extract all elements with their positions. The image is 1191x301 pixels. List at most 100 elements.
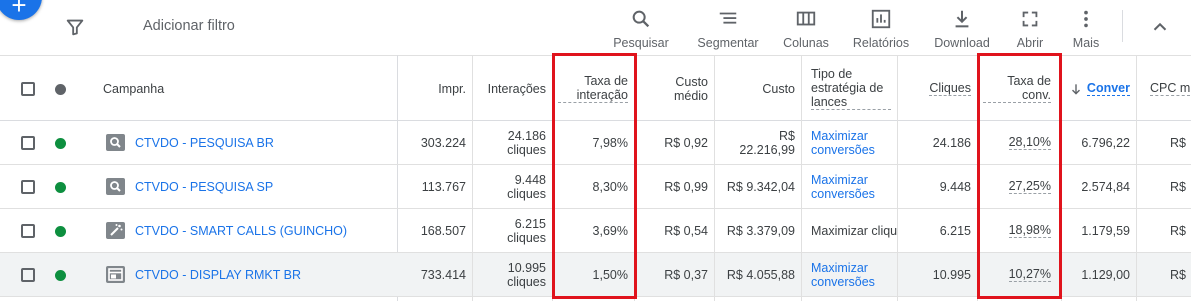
interactions-cell: 9.448 cliques: [472, 165, 552, 208]
header-impr[interactable]: Impr.: [397, 56, 472, 121]
more-label: Mais: [1072, 36, 1100, 50]
segment-label: Segmentar: [697, 36, 759, 50]
bid-strategy-cell[interactable]: Maximizar conversões: [805, 253, 897, 296]
impr-cell: 113.767: [421, 179, 466, 194]
columns-button[interactable]: Colunas: [781, 6, 831, 50]
avg-cost-cell: R$ 0,54: [664, 223, 708, 238]
impr-cell: 733.414: [420, 267, 466, 282]
cpc-cell: R$: [1170, 223, 1186, 238]
status-enabled-icon[interactable]: [55, 138, 66, 149]
reports-icon: [871, 9, 891, 29]
download-icon: [955, 10, 969, 28]
table-toolbar: + Adicionar filtro Pesquisar Segmentar C…: [0, 0, 1191, 55]
segment-button[interactable]: Segmentar: [697, 6, 759, 50]
more-vert-icon: [1084, 10, 1088, 28]
filter-icon[interactable]: [64, 16, 86, 38]
header-cost[interactable]: Custo: [714, 56, 801, 121]
row-checkbox[interactable]: [21, 268, 35, 282]
search-campaign-icon: [106, 178, 125, 195]
display-campaign-icon: [106, 266, 125, 283]
header-bid-strategy[interactable]: Tipo de estratégia de lances: [805, 56, 897, 121]
sort-descending-icon: [1071, 83, 1080, 95]
campaign-name-link[interactable]: CTVDO - PESQUISA BR: [129, 121, 394, 164]
row-checkbox[interactable]: [21, 224, 35, 238]
header-campaign[interactable]: Campanha: [97, 56, 337, 121]
search-button[interactable]: Pesquisar: [612, 6, 670, 50]
cpc-cell: R$: [1170, 179, 1186, 194]
conversions-cell: 6.796,22: [1081, 135, 1130, 150]
column-divider: [1136, 55, 1137, 301]
header-bid-strategy-label: Tipo de estratégia de lances: [811, 67, 891, 110]
clicks-cell: 6.215: [939, 223, 971, 238]
clicks-cell: 24.186: [932, 135, 971, 150]
column-divider: [801, 55, 802, 301]
column-divider: [714, 55, 715, 301]
column-divider: [472, 55, 473, 301]
cost-cell: R$ 22.216,99: [739, 128, 795, 157]
conversions-cell: 1.179,59: [1081, 223, 1130, 238]
search-campaign-icon: [106, 134, 125, 151]
campaign-name-link[interactable]: CTVDO - PESQUISA SP: [129, 165, 394, 208]
avg-cost-cell: R$ 0,37: [664, 267, 708, 282]
bid-strategy-cell: Maximizar clique: [811, 223, 897, 238]
bid-strategy-cell[interactable]: Maximizar conversões: [805, 165, 897, 208]
search-icon: [632, 10, 650, 28]
header-avg-cost[interactable]: Custo médio: [634, 56, 714, 121]
impr-cell: 168.507: [420, 223, 466, 238]
smart-campaign-icon: [106, 222, 125, 239]
clicks-cell: 10.995: [932, 267, 971, 282]
cpc-cell: R$: [1170, 135, 1186, 150]
interactions-unit: cliques: [507, 230, 546, 245]
cost-cell: R$ 9.342,04: [726, 179, 795, 194]
add-filter-button[interactable]: Adicionar filtro: [143, 18, 235, 34]
status-enabled-icon[interactable]: [55, 226, 66, 237]
interactions-cell: 24.186 cliques: [472, 121, 552, 164]
status-enabled-icon[interactable]: [55, 182, 66, 193]
segment-icon: [719, 12, 737, 24]
fullscreen-button[interactable]: Abrir: [1012, 6, 1048, 50]
avg-cost-cell: R$ 0,99: [664, 179, 708, 194]
interactions-value: 24.186: [507, 128, 546, 143]
header-clicks[interactable]: Cliques: [897, 56, 977, 121]
more-button[interactable]: Mais: [1068, 6, 1104, 50]
bid-strategy-cell[interactable]: Maximizar conversões: [805, 121, 897, 164]
column-divider: [897, 55, 898, 301]
interactions-unit: cliques: [507, 142, 546, 157]
row-checkbox[interactable]: [21, 136, 35, 150]
conversions-cell: 1.129,00: [1081, 267, 1130, 282]
header-conversions-label: Conver: [1086, 81, 1130, 96]
plus-icon: +: [11, 0, 27, 20]
interactions-cell: 10.995 cliques: [472, 253, 552, 296]
columns-icon: [796, 11, 816, 26]
highlight-conv-rate: [977, 53, 1062, 299]
row-checkbox[interactable]: [21, 180, 35, 194]
cost-cell: R$ 4.055,88: [726, 267, 795, 282]
campaign-name-link[interactable]: CTVDO - SMART CALLS (GUINCHO): [129, 209, 394, 252]
header-conversions[interactable]: Conver: [1061, 56, 1136, 121]
download-label: Download: [934, 36, 990, 50]
search-label: Pesquisar: [613, 36, 669, 50]
toolbar-divider: [1122, 10, 1123, 42]
reports-label: Relatórios: [852, 36, 910, 50]
header-cpc-label: CPC m: [1150, 81, 1191, 96]
clicks-cell: 9.448: [939, 179, 971, 194]
status-enabled-icon[interactable]: [55, 270, 66, 281]
highlight-interaction-rate: [552, 53, 637, 299]
select-all-checkbox[interactable]: [21, 82, 35, 96]
header-cpc[interactable]: CPC m: [1144, 56, 1191, 121]
interactions-value: 10.995: [507, 260, 546, 275]
avg-cost-cell: R$ 0,92: [664, 135, 708, 150]
campaign-name-link[interactable]: CTVDO - DISPLAY RMKT BR: [129, 253, 394, 296]
interactions-value: 6.215: [514, 216, 546, 231]
reports-button[interactable]: Relatórios: [851, 6, 911, 50]
create-button[interactable]: +: [0, 0, 42, 20]
chevron-up-icon[interactable]: [1149, 16, 1171, 38]
header-interactions[interactable]: Interações: [472, 56, 552, 121]
interactions-value: 9.448: [514, 172, 546, 187]
interactions-cell: 6.215 cliques: [472, 209, 552, 252]
download-button[interactable]: Download: [932, 6, 992, 50]
cost-cell: R$ 3.379,09: [726, 223, 795, 238]
columns-label: Colunas: [783, 36, 829, 50]
fullscreen-icon: [1022, 11, 1038, 27]
interactions-unit: cliques: [507, 274, 546, 289]
